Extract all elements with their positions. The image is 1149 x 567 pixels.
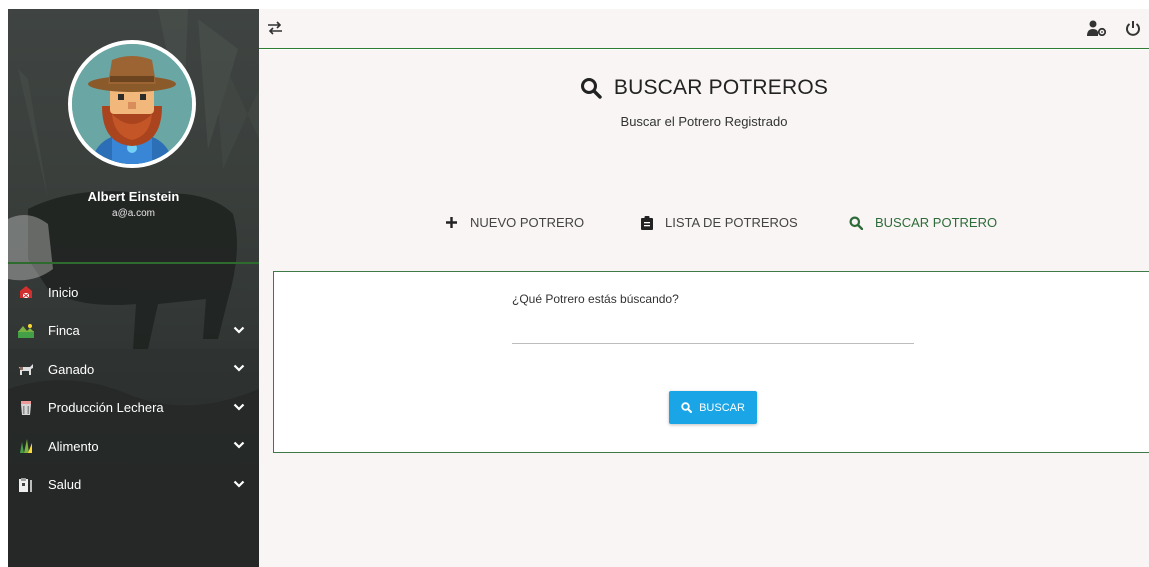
- nav-buscar-label: BUSCAR POTRERO: [875, 215, 998, 230]
- swap-icon[interactable]: [267, 21, 283, 35]
- chevron-down-icon[interactable]: [233, 324, 245, 336]
- sidebar-item-inicio[interactable]: Inicio: [8, 273, 259, 312]
- sidebar-item-label: Inicio: [48, 284, 79, 300]
- sidebar-item-label: Alimento: [48, 438, 99, 454]
- sidebar-item-label: Ganado: [48, 361, 95, 377]
- sidebar-item-produccion-lechera[interactable]: Producción Lechera: [8, 389, 259, 428]
- page-header: BUSCAR POTREROS Buscar el Potrero Regist…: [259, 76, 1149, 129]
- user-email: a@a.com: [112, 208, 155, 219]
- sidebar-item-label: Salud: [48, 477, 82, 493]
- clipboard-icon: [641, 215, 653, 230]
- health-icon: [18, 477, 34, 493]
- topbar: [259, 9, 1149, 49]
- app: Albert Einstein a@a.com Inicio Finca Gan…: [0, 0, 1149, 567]
- search-button-label: BUSCAR: [699, 401, 745, 414]
- nav-nuevo-label: NUEVO POTRERO: [470, 215, 585, 230]
- sidebar-item-label: Finca: [48, 323, 80, 339]
- search-icon: [849, 216, 863, 230]
- cattle-icon: [18, 361, 34, 377]
- search-button[interactable]: BUSCAR: [669, 391, 757, 424]
- plus-icon: [446, 217, 457, 228]
- user-name: Albert Einstein: [87, 189, 180, 204]
- search-input[interactable]: [512, 314, 914, 344]
- chevron-down-icon[interactable]: [233, 362, 245, 374]
- sidebar-item-alimento[interactable]: Alimento: [8, 427, 259, 466]
- search-icon: [580, 78, 602, 99]
- user-avatar[interactable]: [68, 40, 196, 168]
- sidebar-divider: [8, 262, 259, 264]
- milk-icon: [18, 400, 34, 416]
- chevron-down-icon[interactable]: [233, 478, 245, 490]
- sidebar-item-salud[interactable]: Salud: [8, 466, 259, 505]
- sidebar: Albert Einstein a@a.com Inicio Finca Gan…: [8, 9, 259, 567]
- nav-lista-label: LISTA DE POTREROS: [665, 215, 798, 230]
- search-field-label: ¿Qué Potrero estás búscando?: [512, 292, 679, 306]
- sidebar-item-label: Producción Lechera: [48, 400, 164, 416]
- sidebar-item-ganado[interactable]: Ganado: [8, 350, 259, 389]
- barn-icon: [18, 284, 34, 300]
- sidebar-menu: Inicio Finca Ganado Producción Lechera A…: [8, 273, 259, 504]
- sidebar-item-finca[interactable]: Finca: [8, 312, 259, 351]
- nav-buscar-potrero[interactable]: BUSCAR POTRERO: [849, 215, 997, 230]
- nav-lista-potreros[interactable]: LISTA DE POTREROS: [641, 215, 798, 230]
- page-title: BUSCAR POTREROS: [613, 76, 829, 99]
- field-icon: [18, 323, 34, 339]
- chevron-down-icon[interactable]: [233, 439, 245, 451]
- main-content: BUSCAR POTREROS Buscar el Potrero Regist…: [259, 50, 1149, 567]
- section-nav: NUEVO POTRERO LISTA DE POTREROS BUSCAR P…: [259, 215, 1149, 239]
- grass-icon: [18, 438, 34, 454]
- farmer-avatar-icon: [72, 44, 192, 164]
- user-gear-icon[interactable]: [1087, 20, 1107, 36]
- search-icon: [681, 402, 693, 413]
- chevron-down-icon[interactable]: [233, 401, 245, 413]
- nav-nuevo-potrero[interactable]: NUEVO POTRERO: [445, 215, 584, 230]
- power-icon[interactable]: [1125, 20, 1141, 36]
- page-subtitle: Buscar el Potrero Registrado: [620, 114, 788, 129]
- search-card: ¿Qué Potrero estás búscando? BUSCAR: [273, 271, 1149, 453]
